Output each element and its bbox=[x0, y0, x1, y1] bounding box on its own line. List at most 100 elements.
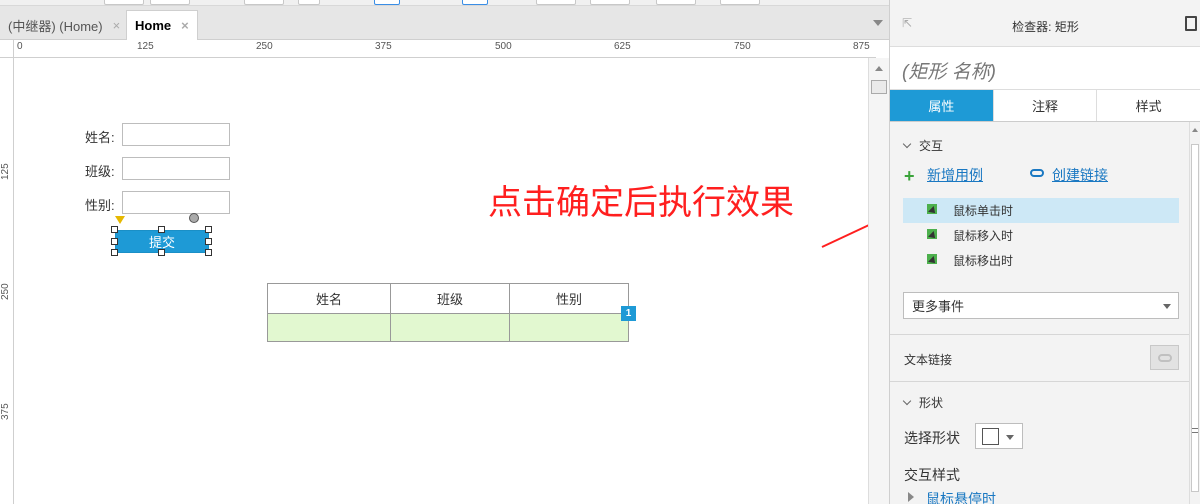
ruler-label: 125 bbox=[0, 163, 11, 180]
toolbar-button[interactable] bbox=[462, 0, 488, 5]
inspector-tabs: 属性 注释 样式 bbox=[890, 90, 1200, 122]
resize-handle[interactable] bbox=[111, 226, 118, 233]
class-input[interactable] bbox=[122, 157, 230, 180]
cursor-event-icon bbox=[927, 253, 941, 268]
toolbar-button[interactable] bbox=[720, 0, 760, 5]
toolbar-button[interactable] bbox=[656, 0, 696, 5]
table-header-cell: 姓名 bbox=[267, 283, 391, 314]
tab-repeater-home[interactable]: (中继器) (Home) × bbox=[0, 10, 128, 40]
horizontal-ruler: 0 125 250 375 500 625 750 875 bbox=[14, 40, 876, 58]
cursor-event-icon bbox=[927, 228, 941, 243]
add-icon[interactable]: + bbox=[904, 166, 915, 187]
anchor-icon[interactable] bbox=[115, 216, 125, 224]
expand-arrow-icon[interactable] bbox=[908, 492, 914, 502]
inspector-panel: ⇱ 检查器: 矩形 (矩形 名称) 属性 注释 样式 交互 + 新增用例 创建链… bbox=[889, 0, 1200, 504]
scroll-up-icon[interactable] bbox=[1192, 128, 1198, 132]
resize-handle[interactable] bbox=[158, 226, 165, 233]
scroll-grip bbox=[1192, 428, 1198, 433]
create-link-link[interactable]: 创建链接 bbox=[1052, 165, 1108, 185]
resize-handle[interactable] bbox=[205, 226, 212, 233]
axure-workspace: (中继器) (Home) × Home × 0 125 250 375 500 … bbox=[0, 0, 1200, 504]
ruler-label: 125 bbox=[137, 41, 154, 52]
tab-style[interactable]: 样式 bbox=[1097, 90, 1200, 121]
tab-notes[interactable]: 注释 bbox=[994, 90, 1098, 121]
event-label: 鼠标单击时 bbox=[953, 204, 1014, 218]
canvas-scrollbar[interactable] bbox=[868, 58, 889, 504]
text-link-label: 文本链接 bbox=[904, 353, 953, 367]
ruler-label: 250 bbox=[256, 41, 273, 52]
rotate-handle[interactable] bbox=[189, 213, 199, 223]
toolbar-button[interactable] bbox=[590, 0, 630, 5]
inspector-header: ⇱ 检查器: 矩形 bbox=[890, 0, 1200, 46]
hover-style-link[interactable]: 鼠标悬停时 bbox=[926, 489, 996, 504]
resize-handle[interactable] bbox=[111, 249, 118, 256]
resize-handle[interactable] bbox=[158, 249, 165, 256]
tab-label: Home bbox=[135, 18, 172, 33]
scroll-thumb[interactable] bbox=[1191, 144, 1199, 492]
gender-label: 性别: bbox=[85, 198, 115, 213]
table-header-cell: 班级 bbox=[390, 283, 510, 314]
tab-dropdown-icon[interactable] bbox=[873, 20, 883, 26]
divider bbox=[890, 334, 1190, 335]
divider bbox=[890, 381, 1190, 382]
event-mouse-enter[interactable]: 鼠标移入时 bbox=[903, 223, 1179, 248]
close-icon[interactable]: × bbox=[113, 18, 121, 33]
name-label: 姓名: bbox=[85, 130, 115, 145]
ruler-label: 375 bbox=[0, 403, 11, 420]
link-icon bbox=[1158, 354, 1172, 362]
chevron-down-icon bbox=[1163, 304, 1171, 309]
class-label: 班级: bbox=[85, 164, 115, 179]
annotation-text: 点击确定后执行效果 bbox=[488, 184, 794, 222]
ruler-corner bbox=[0, 40, 14, 58]
table-header-cell: 性别 bbox=[509, 283, 629, 314]
ruler-label: 750 bbox=[734, 41, 751, 52]
interaction-section-title[interactable]: 交互 bbox=[902, 137, 943, 154]
table-cell bbox=[267, 313, 391, 342]
select-shape-label: 选择形状 bbox=[904, 430, 960, 446]
resize-handle[interactable] bbox=[205, 238, 212, 245]
page-icon[interactable] bbox=[1185, 16, 1197, 31]
toolbar-button[interactable] bbox=[104, 0, 144, 5]
more-events-label: 更多事件 bbox=[912, 299, 965, 314]
add-case-link[interactable]: 新增用例 bbox=[927, 165, 983, 185]
ruler-label: 0 bbox=[17, 41, 23, 52]
close-icon[interactable]: × bbox=[181, 18, 189, 33]
design-canvas[interactable]: 姓名: 班级: 性别: 提交 姓名 班级 性别 1 点击确定后执行效果 bbox=[15, 59, 867, 504]
shape-name-placeholder: (矩形 名称) bbox=[902, 62, 996, 83]
shape-name-field[interactable]: (矩形 名称) bbox=[890, 46, 1200, 90]
repeater-badge: 1 bbox=[621, 306, 636, 321]
vertical-ruler: 125 250 375 bbox=[0, 58, 14, 504]
link-icon[interactable] bbox=[1030, 169, 1044, 177]
table-header-row: 姓名 班级 性别 bbox=[267, 283, 629, 314]
table-row bbox=[267, 313, 629, 342]
inspector-title: 检查器: 矩形 bbox=[1012, 20, 1079, 34]
toolbar-button[interactable] bbox=[536, 0, 576, 5]
resize-handle[interactable] bbox=[111, 238, 118, 245]
toolbar-button[interactable] bbox=[298, 0, 320, 5]
event-label: 鼠标移出时 bbox=[953, 254, 1014, 268]
shape-picker[interactable] bbox=[975, 423, 1023, 449]
inspector-scrollbar[interactable] bbox=[1189, 122, 1200, 504]
tab-properties[interactable]: 属性 bbox=[890, 90, 994, 121]
ruler-label: 625 bbox=[614, 41, 631, 52]
ruler-label: 375 bbox=[375, 41, 392, 52]
chevron-down-icon bbox=[1006, 435, 1014, 440]
toolbar-button[interactable] bbox=[150, 0, 190, 5]
event-mouse-leave[interactable]: 鼠标移出时 bbox=[903, 248, 1179, 273]
resize-handle[interactable] bbox=[205, 249, 212, 256]
gender-input[interactable] bbox=[122, 191, 230, 214]
toolbar-button[interactable] bbox=[374, 0, 400, 5]
name-input[interactable] bbox=[122, 123, 230, 146]
repeater-table[interactable]: 姓名 班级 性别 bbox=[267, 283, 629, 342]
toolbar-button[interactable] bbox=[244, 0, 284, 5]
text-link-button[interactable] bbox=[1150, 345, 1179, 370]
tab-home[interactable]: Home × bbox=[126, 10, 198, 40]
scroll-thumb[interactable] bbox=[871, 80, 887, 94]
ruler-label: 250 bbox=[0, 283, 11, 300]
more-events-select[interactable]: 更多事件 bbox=[903, 292, 1179, 319]
scroll-up-icon[interactable] bbox=[875, 66, 883, 71]
table-cell bbox=[509, 313, 629, 342]
event-click[interactable]: 鼠标单击时 bbox=[903, 198, 1179, 223]
shape-section-title[interactable]: 形状 bbox=[902, 394, 943, 411]
tab-label: (中继器) (Home) bbox=[8, 18, 103, 34]
